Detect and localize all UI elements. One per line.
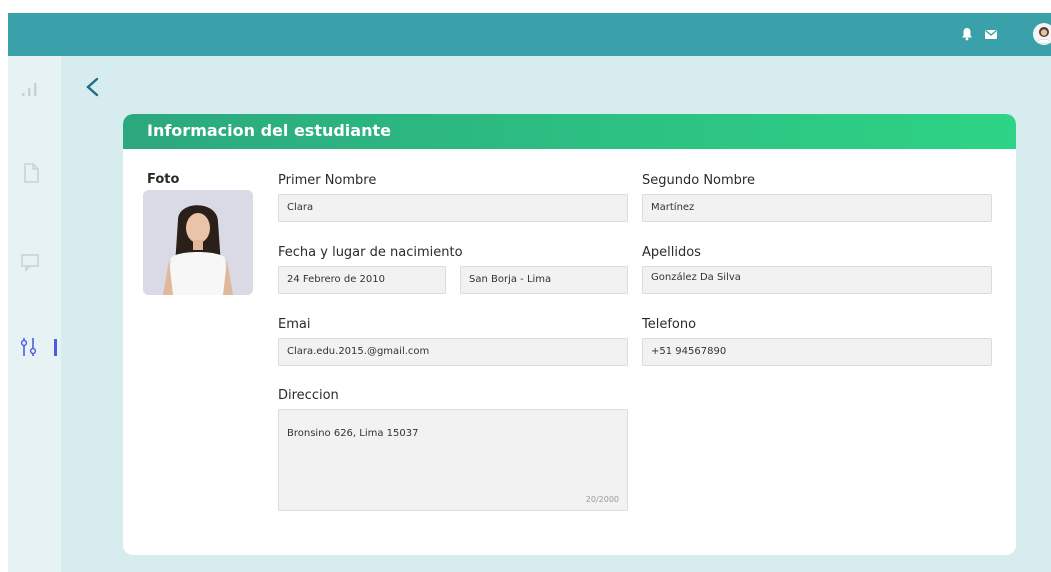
student-photo — [143, 190, 253, 295]
first-name-label: Primer Nombre — [278, 173, 377, 188]
address-textarea[interactable]: Bronsino 626, Lima 15037 20/2000 — [278, 409, 628, 511]
back-chevron-icon[interactable] — [82, 76, 104, 98]
second-name-label: Segundo Nombre — [642, 173, 755, 188]
document-icon[interactable] — [20, 162, 42, 184]
bar-chart-icon[interactable] — [20, 80, 42, 98]
address-label: Direccion — [278, 388, 339, 403]
second-name-field[interactable]: Martínez — [642, 194, 992, 222]
sidebar — [8, 56, 61, 572]
bell-icon[interactable] — [959, 26, 975, 42]
mail-icon[interactable] — [983, 26, 999, 42]
char-counter: 20/2000 — [585, 495, 619, 504]
first-name-field[interactable]: Clara — [278, 194, 628, 222]
card-header: Informacion del estudiante — [123, 114, 1016, 149]
sliders-icon[interactable] — [20, 336, 58, 360]
address-text: Bronsino 626, Lima 15037 — [287, 428, 419, 439]
email-field[interactable]: Clara.edu.2015.@gmail.com — [278, 338, 628, 366]
birth-place-field[interactable]: San Borja - Lima — [460, 266, 628, 294]
avatar[interactable] — [1032, 22, 1051, 46]
birth-label: Fecha y lugar de nacimiento — [278, 245, 463, 260]
app-frame: Informacion del estudiante Foto Primer N… — [8, 13, 1051, 572]
phone-label: Telefono — [642, 317, 697, 332]
surnames-field[interactable]: González Da Silva — [642, 266, 992, 294]
photo-label: Foto — [147, 172, 180, 187]
student-info-card: Informacion del estudiante Foto Primer N… — [123, 114, 1016, 555]
surnames-label: Apellidos — [642, 245, 701, 260]
email-label: Emai — [278, 317, 311, 332]
phone-field[interactable]: +51 94567890 — [642, 338, 992, 366]
page-title: Informacion del estudiante — [147, 121, 391, 140]
top-bar — [8, 13, 1051, 56]
birth-date-field[interactable]: 24 Febrero de 2010 — [278, 266, 446, 294]
chat-icon[interactable] — [20, 251, 42, 273]
